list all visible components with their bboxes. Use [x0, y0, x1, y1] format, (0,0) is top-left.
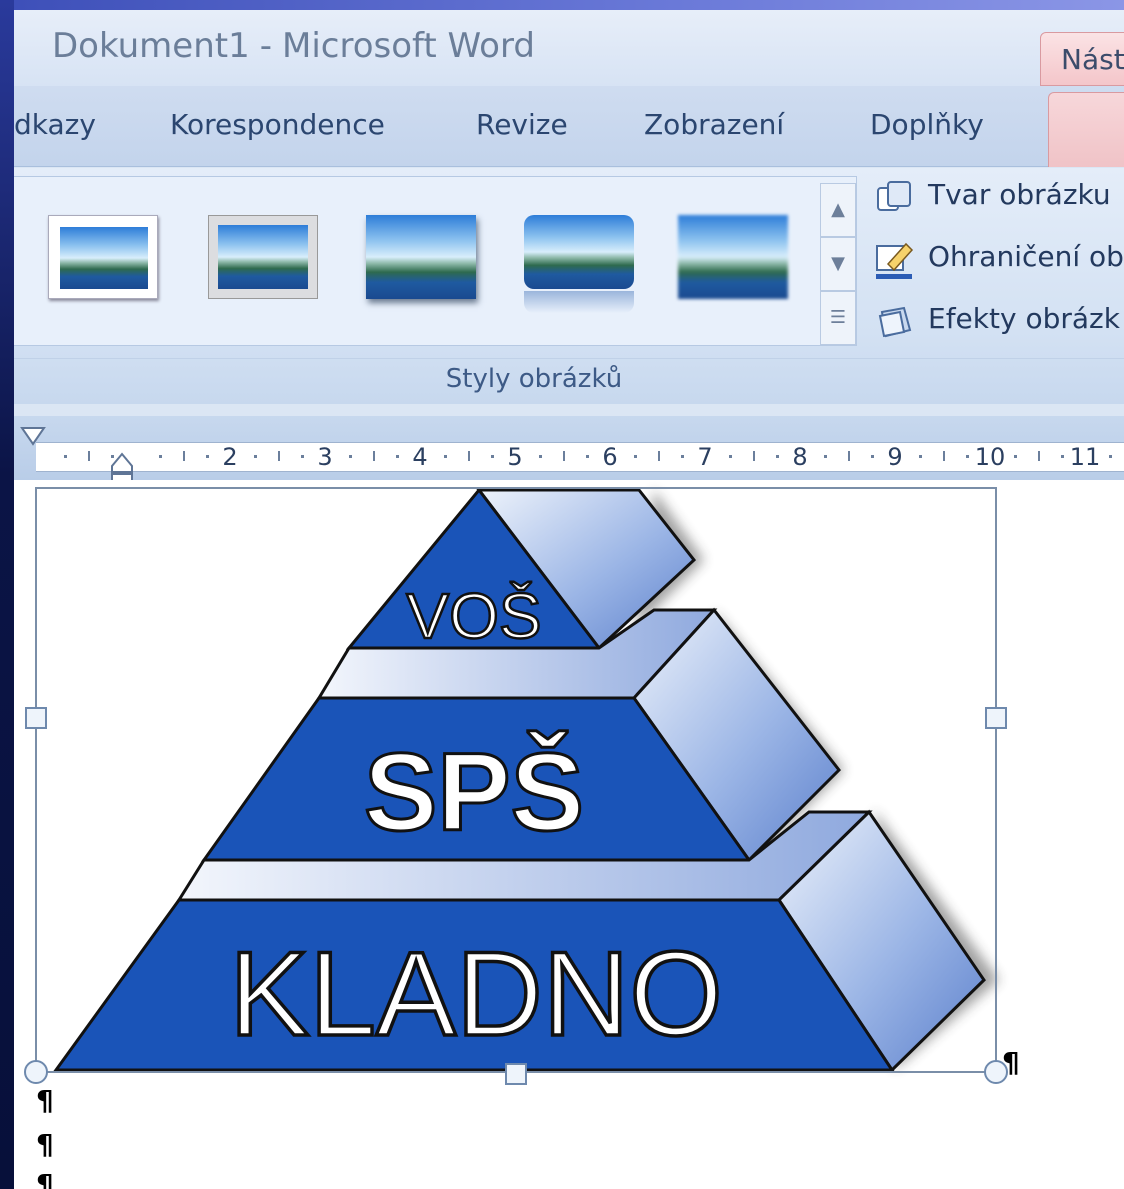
gallery-scroll-down-icon[interactable]: ▼: [820, 237, 856, 291]
shape-icon: [877, 181, 911, 211]
app-name: Microsoft Word: [282, 26, 535, 66]
ruler-dot: [396, 455, 400, 458]
landscape-thumbnail: [524, 215, 634, 289]
ruler-tick: [657, 451, 660, 461]
gallery-more-icon[interactable]: ☰: [820, 291, 856, 345]
resize-handle-bottom[interactable]: [505, 1063, 527, 1085]
ruler-number: 9: [887, 443, 903, 471]
logo-text-kladno: KLADNO: [229, 927, 722, 1061]
ruler-dot: [443, 455, 447, 458]
ruler-tick: [752, 451, 755, 461]
tab-view[interactable]: Zobrazení: [644, 108, 784, 141]
ruler-dot: [966, 455, 970, 458]
resize-handle-bottom-left[interactable]: [24, 1060, 48, 1084]
landscape-thumbnail: [60, 227, 148, 289]
document-name: Dokument1: [52, 26, 250, 66]
group-separator: [14, 358, 1124, 359]
ruler-dot: [158, 455, 162, 458]
ruler-dot: [538, 455, 542, 458]
context-tab-label: Nást: [1061, 43, 1124, 76]
gallery-item-shadow[interactable]: [366, 215, 476, 299]
ruler-number: 10: [974, 443, 1006, 471]
border-pencil-icon: [876, 242, 914, 279]
ruler-tick: [87, 451, 90, 461]
landscape-thumbnail: [366, 215, 476, 299]
picture-shape-label: Tvar obrázku: [928, 178, 1111, 211]
ruler-dot: [586, 455, 590, 458]
document-page[interactable]: VOŠ SPŠ KLADNO ¶ ¶ ¶ ¶: [14, 480, 1124, 1189]
gallery-item-soft-edge[interactable]: [678, 215, 788, 299]
gallery-item-simple-frame[interactable]: [48, 215, 158, 299]
landscape-thumbnail: [678, 215, 788, 299]
ruler-dot: [823, 455, 827, 458]
gallery-item-reflection[interactable]: [524, 215, 634, 313]
ruler-dot: [728, 455, 732, 458]
resize-handle-left[interactable]: [25, 707, 47, 729]
horizontal-ruler[interactable]: 2 3 4 5 6 7 8 9 10 11: [14, 416, 1124, 487]
school-logo-image[interactable]: VOŠ SPŠ KLADNO: [14, 480, 1124, 1189]
reflection: [524, 291, 634, 313]
paragraph-mark-icon: ¶: [36, 1168, 54, 1189]
ruler-dot: [918, 455, 922, 458]
word-window: Dokument1- Microsoft Word Nást dkazy Kore…: [14, 10, 1124, 1189]
paragraph-mark-icon: ¶: [36, 1128, 54, 1161]
title-separator: -: [259, 26, 273, 66]
ruler-dot: [1108, 455, 1112, 458]
picture-effects-label: Efekty obrázk: [928, 302, 1120, 335]
tab-review[interactable]: Revize: [476, 108, 568, 141]
ruler-dot: [301, 455, 305, 458]
ruler-number: 11: [1069, 443, 1101, 471]
title-bar: Dokument1- Microsoft Word Nást: [14, 10, 1124, 86]
paragraph-mark-icon: ¶: [1002, 1046, 1020, 1079]
picture-tools-context-tab[interactable]: Nást: [1040, 32, 1124, 86]
ruler-tick: [182, 451, 185, 461]
ruler-dot: [253, 455, 257, 458]
ruler-tick: [372, 451, 375, 461]
tab-addins[interactable]: Doplňky: [870, 108, 984, 141]
effects-icon: [878, 306, 912, 338]
ruler-tick: [942, 451, 945, 461]
ruler-dot: [1013, 455, 1017, 458]
paragraph-mark-icon: ¶: [36, 1084, 54, 1117]
ruler-number: 4: [412, 443, 428, 471]
ruler-dot: [63, 455, 67, 458]
ribbon-tabs: dkazy Korespondence Revize Zobrazení Dop…: [14, 86, 1124, 167]
logo-text-vos: VOŠ: [406, 580, 541, 652]
ruler-number: 7: [697, 443, 713, 471]
tab-format-active[interactable]: [1048, 92, 1124, 167]
tab-mailings[interactable]: Korespondence: [170, 108, 385, 141]
ruler-bar: 2 3 4 5 6 7 8 9 10 11: [36, 442, 1124, 472]
ruler-dot: [681, 455, 685, 458]
logo-text-sps: SPŠ: [364, 731, 584, 854]
ruler-tick: [562, 451, 565, 461]
ruler-number: 5: [507, 443, 523, 471]
ruler-dot: [1061, 455, 1065, 458]
ruler-dot: [491, 455, 495, 458]
ruler-tick: [847, 451, 850, 461]
resize-handle-right[interactable]: [985, 707, 1007, 729]
gallery-scroll-up-icon[interactable]: ▲: [820, 183, 856, 237]
ruler-dot: [871, 455, 875, 458]
gallery-item-matte[interactable]: [208, 215, 318, 299]
ruler-tick: [277, 451, 280, 461]
tab-references[interactable]: dkazy: [14, 108, 96, 141]
ruler-dot: [633, 455, 637, 458]
ruler-number: 6: [602, 443, 618, 471]
picture-styles-gallery: ▲ ▼ ☰: [14, 176, 857, 346]
window-title: Dokument1- Microsoft Word: [52, 26, 535, 66]
ruler-dot: [348, 455, 352, 458]
ruler-dot: [776, 455, 780, 458]
ruler-number: 2: [222, 443, 238, 471]
ruler-tick: [467, 451, 470, 461]
ruler-dot: [206, 455, 210, 458]
landscape-thumbnail: [218, 225, 308, 289]
picture-border-label: Ohraničení ob: [928, 240, 1124, 273]
desktop-frame-left: [0, 0, 14, 1189]
ribbon-panel: ▲ ▼ ☰ Tvar obrázku Ohraničení ob Efekty …: [14, 168, 1124, 404]
ruler-tick: [1037, 451, 1040, 461]
ruler-number: 8: [792, 443, 808, 471]
group-label-picture-styles: Styly obrázků: [445, 364, 623, 394]
desktop-frame-top: [0, 0, 1124, 10]
ruler-number: 3: [317, 443, 333, 471]
